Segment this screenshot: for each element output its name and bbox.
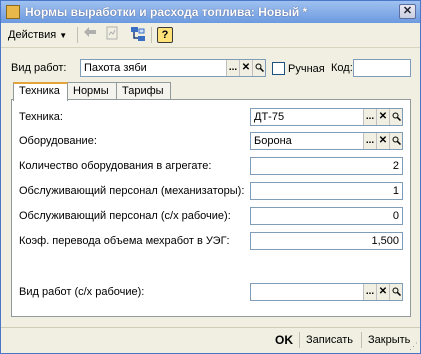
equipment-search-icon[interactable]	[389, 109, 402, 125]
manual-checkbox[interactable]	[272, 62, 285, 75]
work-type-field[interactable]: Пахота зяби ... ✕	[80, 59, 266, 77]
help-icon[interactable]: ?	[157, 27, 173, 43]
report-icon[interactable]	[103, 26, 121, 44]
staff-mech-field[interactable]: 1	[250, 182, 403, 200]
attachment-select-button[interactable]: ...	[363, 133, 376, 149]
equipment-label: Техника:	[19, 111, 63, 123]
staff-mech-label: Обслуживающий персонал (механизаторы):	[19, 185, 245, 197]
tab-equipment[interactable]: Техника	[13, 82, 68, 101]
save-button[interactable]: Записать	[306, 331, 353, 349]
footer-button-separator	[299, 332, 300, 348]
tab-norms[interactable]: Нормы	[67, 82, 117, 100]
work-type-value: Пахота зяби	[84, 62, 147, 74]
equipment-value: ДТ-75	[254, 111, 285, 123]
equipment-clear-icon[interactable]: ✕	[376, 109, 389, 125]
resize-grip-icon[interactable]: ⋰	[408, 341, 418, 351]
work-type-clear-icon[interactable]: ✕	[239, 60, 252, 76]
app-icon	[6, 5, 20, 19]
footer-button-separator	[361, 332, 362, 348]
agri-work-type-select-button[interactable]: ...	[363, 284, 376, 300]
work-type-label: Вид работ:	[11, 62, 67, 74]
ok-button[interactable]: OK	[275, 331, 293, 349]
equipment-select-button[interactable]: ...	[363, 109, 376, 125]
staff-agri-field[interactable]: 0	[250, 207, 403, 225]
back-arrow-icon[interactable]	[81, 26, 99, 44]
chevron-down-icon: ▼	[59, 31, 68, 40]
agri-work-type-clear-icon[interactable]: ✕	[376, 284, 389, 300]
attachment-clear-icon[interactable]: ✕	[376, 133, 389, 149]
tab-tariffs[interactable]: Тарифы	[116, 82, 171, 100]
staff-agri-label: Обслуживающий персонал (с/х рабочие):	[19, 210, 231, 222]
actions-menu[interactable]: Действия ▼	[5, 26, 70, 44]
work-type-select-button[interactable]: ...	[226, 60, 239, 76]
actions-menu-label: Действия	[8, 29, 57, 41]
title-bar[interactable]: Нормы выработки и расхода топлива: Новый…	[1, 1, 420, 23]
footer-separator	[1, 327, 420, 328]
agri-work-type-label: Вид работ (с/х рабочие):	[19, 286, 145, 298]
attachment-search-icon[interactable]	[389, 133, 402, 149]
window-title: Нормы выработки и расхода топлива: Новый…	[25, 5, 308, 19]
attachment-value: Борона	[254, 135, 292, 147]
code-field[interactable]	[353, 59, 411, 77]
qty-label: Количество оборудования в агрегате:	[19, 160, 212, 172]
coef-field[interactable]: 1,500	[250, 232, 403, 250]
toolbar-separator	[151, 27, 152, 43]
toolbar: Действия ▼ ?	[1, 23, 420, 48]
agri-work-type-field[interactable]: ... ✕	[250, 283, 403, 301]
attachment-field[interactable]: Борона ... ✕	[250, 132, 403, 150]
work-type-search-icon[interactable]	[252, 60, 265, 76]
equipment-field[interactable]: ДТ-75 ... ✕	[250, 108, 403, 126]
attachment-label: Оборудование:	[19, 135, 97, 147]
coef-label: Коэф. перевода объема мехработ в УЭГ:	[19, 235, 230, 247]
window-close-button[interactable]: ✕	[399, 4, 416, 19]
dialog-window: Нормы выработки и расхода топлива: Новый…	[0, 0, 421, 354]
close-button[interactable]: Закрыть	[368, 331, 410, 349]
toolbar-separator	[77, 27, 78, 43]
structure-icon[interactable]	[129, 26, 147, 44]
agri-work-type-search-icon[interactable]	[389, 284, 402, 300]
manual-label: Ручная	[288, 63, 325, 75]
qty-field[interactable]: 2	[250, 157, 403, 175]
code-label: Код:	[331, 62, 353, 74]
